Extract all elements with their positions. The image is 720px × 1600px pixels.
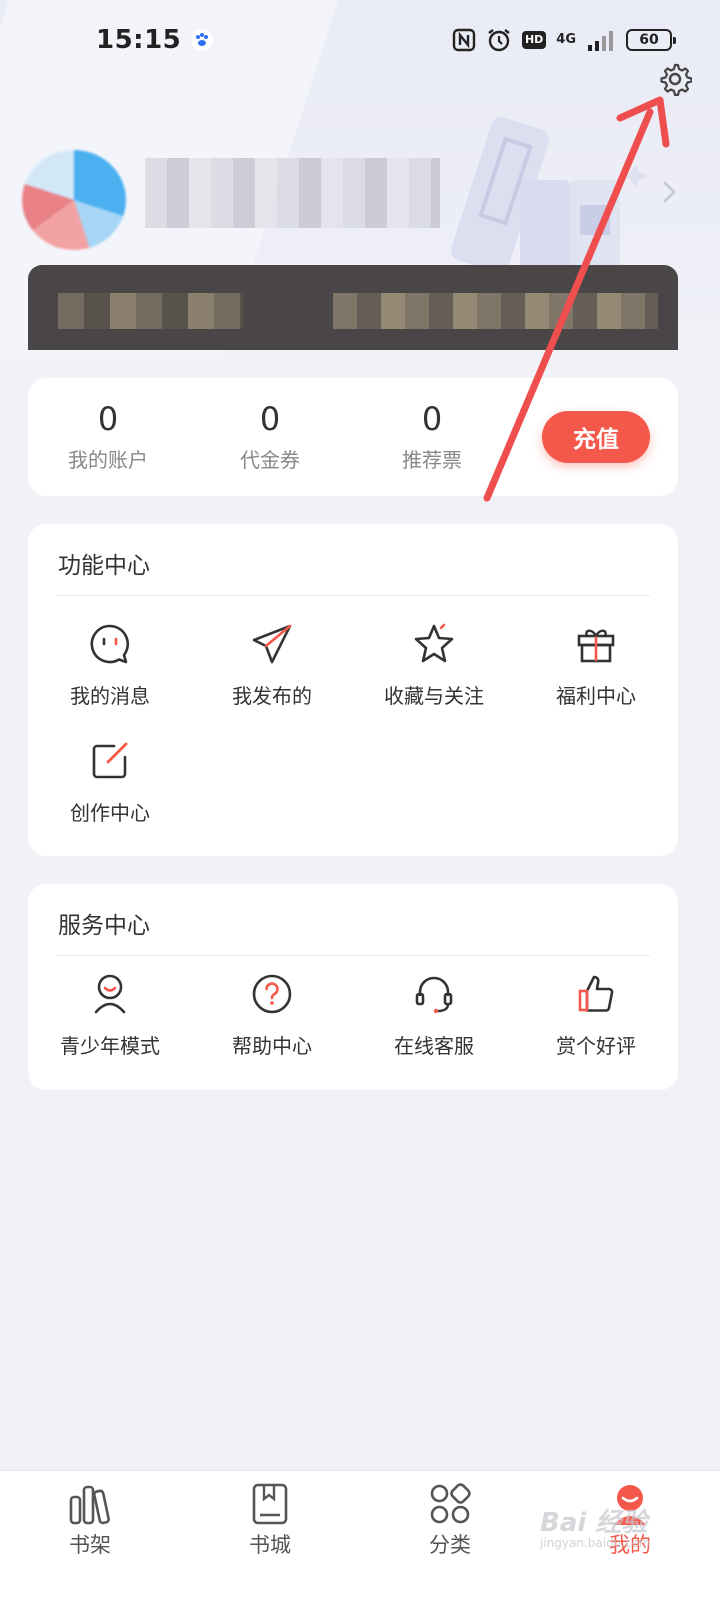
tab-bookshelf[interactable]: 书架 [0, 1481, 180, 1559]
chevron-right-icon[interactable] [660, 178, 680, 206]
asset-my-account[interactable]: 0 我的账户 [28, 400, 188, 473]
status-icons: HD 4G 60 [452, 27, 676, 53]
service-center-title: 服务中心 [58, 913, 150, 939]
grid-label: 赏个好评 [556, 1034, 636, 1058]
vip-banner-right-text [333, 293, 658, 329]
grid-label: 青少年模式 [60, 1034, 160, 1058]
bookstore-icon [252, 1483, 288, 1525]
grid-item-teen-mode[interactable]: 青少年模式 [30, 972, 190, 1072]
grid-item-favorites[interactable]: 收藏与关注 [354, 622, 514, 722]
grid-item-creation-center[interactable]: 创作中心 [30, 739, 190, 839]
asset-value: 0 [97, 400, 119, 438]
grid-item-messages[interactable]: 我的消息 [30, 622, 190, 722]
asset-label: 代金券 [240, 448, 300, 472]
divider [56, 955, 650, 956]
asset-recommend-tickets[interactable]: 0 推荐票 [352, 400, 512, 473]
assets-card: 0 我的账户 0 代金券 0 推荐票 充值 [28, 378, 678, 496]
asset-value: 0 [421, 400, 443, 438]
grid-label: 收藏与关注 [384, 684, 484, 708]
grid-label: 帮助中心 [232, 1034, 312, 1058]
status-bar: 15:15 HD 4G 60 [0, 0, 720, 80]
help-icon [252, 974, 292, 1014]
grid-item-help-center[interactable]: 帮助中心 [192, 972, 352, 1072]
grid-label: 创作中心 [70, 801, 150, 825]
settings-gear-icon[interactable] [658, 62, 692, 96]
alarm-icon [488, 29, 510, 52]
grid-item-my-posts[interactable]: 我发布的 [192, 622, 352, 722]
category-icon [430, 1483, 471, 1524]
headset-icon [415, 976, 453, 1014]
recharge-button[interactable]: 充值 [542, 411, 650, 463]
vip-banner[interactable] [28, 265, 678, 350]
message-icon [90, 624, 129, 664]
tab-bookstore[interactable]: 书城 [180, 1481, 360, 1559]
star-icon [414, 623, 454, 663]
bookshelf-icon [69, 1485, 110, 1525]
tab-category[interactable]: 分类 [360, 1481, 540, 1559]
grid-label: 我发布的 [232, 684, 312, 708]
grid-label: 在线客服 [394, 1034, 474, 1058]
asset-label: 推荐票 [402, 448, 462, 472]
paper-plane-icon [252, 624, 292, 664]
nfc-icon [452, 28, 476, 52]
function-center-title: 功能中心 [58, 553, 150, 579]
thumbs-up-icon [578, 975, 614, 1012]
gift-icon [577, 629, 615, 663]
edit-icon [92, 742, 128, 779]
battery-indicator: 60 [626, 29, 676, 51]
vip-banner-left-text [58, 293, 243, 329]
grid-label: 福利中心 [556, 684, 636, 708]
function-center-card: 功能中心 我的消息 我发布的 收藏与关注 福利中心 创作中心 [28, 524, 678, 856]
watermark-url: jingyan.baidu.com [540, 1536, 651, 1550]
grid-item-welfare[interactable]: 福利中心 [516, 622, 676, 722]
profile-name-blurred[interactable] [145, 158, 440, 228]
tab-label: 书城 [249, 1533, 291, 1557]
avatar[interactable] [22, 150, 126, 250]
books-illustration [450, 117, 648, 280]
asset-label: 我的账户 [68, 448, 148, 472]
asset-vouchers[interactable]: 0 代金券 [190, 400, 350, 473]
tab-label: 书架 [69, 1533, 111, 1557]
baidu-paw-icon [191, 29, 214, 51]
divider [56, 595, 650, 596]
service-center-card: 服务中心 青少年模式 帮助中心 在线客服 赏个好评 [28, 884, 678, 1090]
teen-icon [94, 974, 126, 1014]
hd-badge: HD [521, 31, 547, 49]
status-time: 15:15 [96, 25, 182, 55]
network-type: 4G [556, 32, 576, 47]
grid-item-online-support[interactable]: 在线客服 [354, 972, 514, 1072]
watermark: Bai 经验 [540, 1508, 648, 1538]
grid-label: 我的消息 [70, 684, 150, 708]
signal-icon [588, 31, 613, 51]
tab-label: 分类 [429, 1533, 471, 1557]
asset-value: 0 [259, 400, 281, 438]
grid-item-rate-us[interactable]: 赏个好评 [516, 972, 676, 1072]
